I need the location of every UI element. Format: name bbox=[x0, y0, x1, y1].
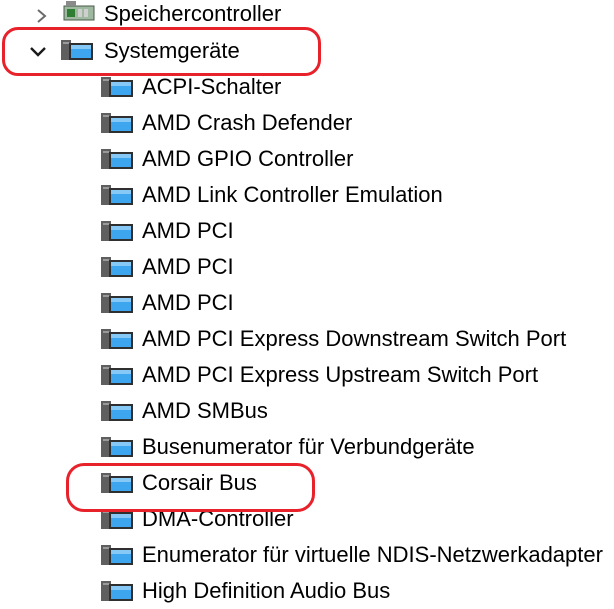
tree-item-device[interactable]: AMD Crash Defender bbox=[0, 105, 614, 141]
system-device-icon bbox=[101, 257, 133, 277]
system-device-icon bbox=[101, 77, 133, 97]
tree-item-label: AMD PCI Express Upstream Switch Port bbox=[142, 362, 539, 387]
tree-item-label: Enumerator für virtuelle NDIS-Netzwerkad… bbox=[142, 542, 603, 567]
tree-item-device[interactable]: AMD PCI bbox=[0, 213, 614, 249]
tree-item-device[interactable]: Busenumerator für Verbundgeräte bbox=[0, 429, 614, 465]
tree-item-label: Speichercontroller bbox=[104, 1, 282, 26]
tree-item-label: AMD SMBus bbox=[142, 398, 268, 423]
tree-item-label: AMD PCI bbox=[142, 254, 234, 279]
tree-item-label: High Definition Audio Bus bbox=[142, 578, 391, 603]
system-device-icon bbox=[101, 365, 133, 385]
tree-item-label: ACPI-Schalter bbox=[142, 74, 282, 99]
system-device-icon bbox=[101, 437, 133, 457]
tree-item-device[interactable]: AMD SMBus bbox=[0, 393, 614, 429]
system-device-icon bbox=[101, 149, 133, 169]
tree-item-device[interactable]: AMD Link Controller Emulation bbox=[0, 177, 614, 213]
system-device-icon bbox=[101, 509, 133, 529]
tree-item-device[interactable]: AMD PCI bbox=[0, 285, 614, 321]
tree-item-corsair-bus[interactable]: Corsair Bus bbox=[0, 465, 614, 501]
system-device-icon bbox=[101, 293, 133, 313]
tree-item-systemgeraete[interactable]: Systemgeräte bbox=[0, 33, 614, 69]
tree-item-device[interactable]: AMD PCI bbox=[0, 249, 614, 285]
tree-item-label: Systemgeräte bbox=[104, 38, 240, 63]
tree-item-device[interactable]: DMA-Controller bbox=[0, 501, 614, 537]
tree-item-device[interactable]: AMD PCI Express Downstream Switch Port bbox=[0, 321, 614, 357]
system-device-icon bbox=[101, 329, 133, 349]
tree-item-label: DMA-Controller bbox=[142, 506, 294, 531]
tree-item-device[interactable]: AMD GPIO Controller bbox=[0, 141, 614, 177]
tree-item-label: AMD Crash Defender bbox=[142, 110, 353, 135]
tree-item-label: Busenumerator für Verbundgeräte bbox=[142, 434, 475, 459]
system-device-folder-icon bbox=[61, 40, 93, 60]
system-device-icon bbox=[101, 545, 133, 565]
system-device-icon bbox=[101, 581, 133, 601]
system-device-icon bbox=[101, 401, 133, 421]
system-device-icon bbox=[101, 113, 133, 133]
device-manager-tree: Speichercontroller Systemgeräte ACPI-Sch… bbox=[0, 0, 614, 603]
tree-item-device[interactable]: Enumerator für virtuelle NDIS-Netzwerkad… bbox=[0, 537, 614, 573]
tree-item-label: AMD Link Controller Emulation bbox=[142, 182, 443, 207]
tree-item-label: AMD GPIO Controller bbox=[142, 146, 354, 171]
tree-item-label: AMD PCI bbox=[142, 218, 234, 243]
system-device-icon bbox=[101, 221, 133, 241]
tree-item-speichercontroller[interactable]: Speichercontroller bbox=[0, 0, 614, 32]
tree-item-label: AMD PCI Express Downstream Switch Port bbox=[142, 326, 567, 351]
tree-item-label: AMD PCI bbox=[142, 290, 234, 315]
chevron-right-icon[interactable] bbox=[32, 6, 52, 26]
storage-controller-icon bbox=[63, 1, 95, 21]
tree-item-device[interactable]: AMD PCI Express Upstream Switch Port bbox=[0, 357, 614, 393]
chevron-down-icon[interactable] bbox=[28, 42, 48, 62]
tree-item-device[interactable]: ACPI-Schalter bbox=[0, 69, 614, 105]
tree-item-label: Corsair Bus bbox=[142, 470, 257, 495]
system-device-icon bbox=[101, 473, 133, 493]
tree-item-device[interactable]: High Definition Audio Bus bbox=[0, 573, 614, 609]
system-device-icon bbox=[101, 185, 133, 205]
